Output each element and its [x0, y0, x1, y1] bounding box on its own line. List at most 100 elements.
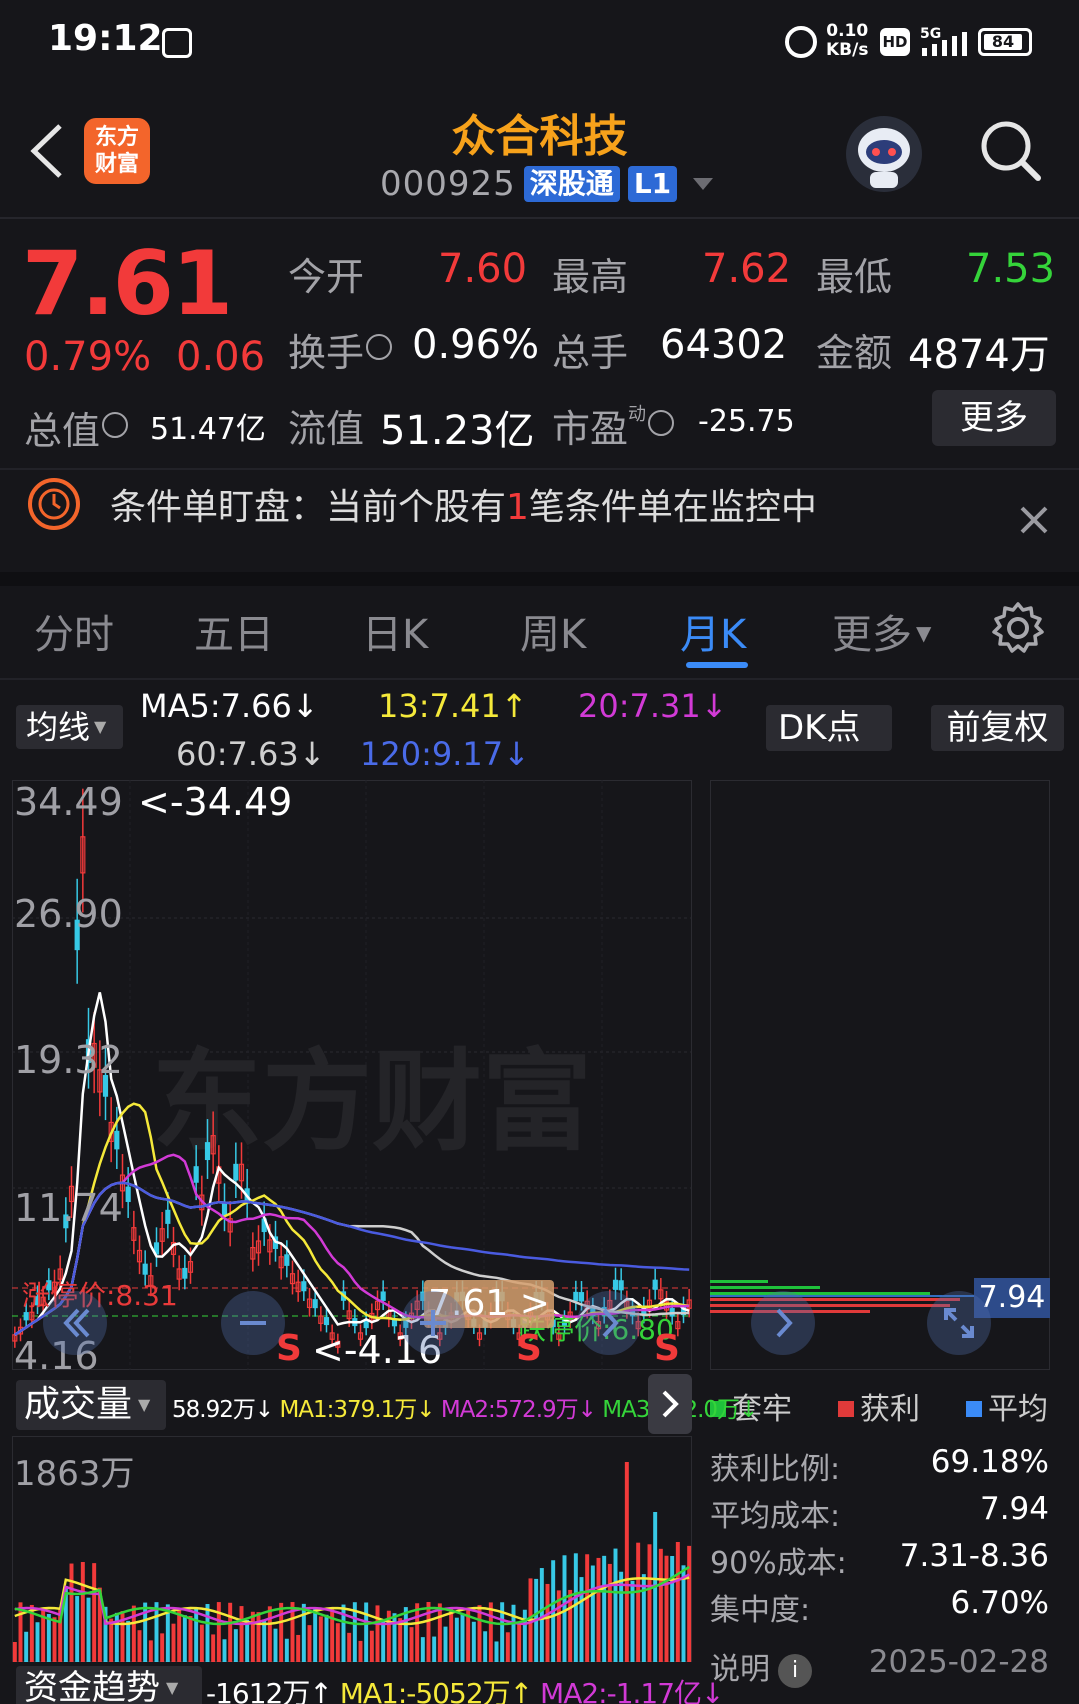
zoom-in-icon[interactable]: [400, 1290, 466, 1356]
active-tab-indicator: [686, 662, 748, 668]
low-value: 7.53: [966, 246, 1056, 292]
legend-swatch: [838, 1401, 854, 1417]
volume-bar: [182, 1615, 187, 1662]
info-icon[interactable]: [102, 412, 129, 438]
volume-indicator-selector[interactable]: 成交量 ▼: [16, 1380, 166, 1430]
status-time: 19:12: [48, 18, 163, 59]
volume-bar: [613, 1548, 618, 1662]
volume-bar: [307, 1625, 312, 1662]
chevron-right-icon[interactable]: [648, 1374, 692, 1434]
y-label-4: 11.74: [14, 1186, 123, 1230]
total-value-label[interactable]: 总值: [24, 400, 129, 455]
turnover-label-text: 换手: [288, 331, 365, 375]
turnover-label[interactable]: 换手: [288, 322, 393, 377]
volume-bar: [256, 1612, 261, 1662]
more-quote-button[interactable]: 更多: [932, 390, 1056, 446]
scroll-left-icon[interactable]: [42, 1290, 108, 1356]
tab-intraday[interactable]: 分时: [34, 602, 114, 660]
volume-bar: [148, 1640, 153, 1662]
open-value: 7.60: [438, 246, 528, 292]
alarm-icon: [785, 26, 817, 58]
volume-bar: [585, 1554, 590, 1662]
volume-bar: [358, 1640, 363, 1662]
volume-bar: [160, 1633, 165, 1662]
candle-body: [284, 1254, 290, 1266]
forward-adjust-button[interactable]: 前复权: [931, 705, 1064, 751]
ma13-value: 13:7.41↑: [378, 687, 528, 725]
percent-change: 0.79%: [24, 334, 152, 380]
volume-bar: [415, 1603, 420, 1662]
section-gap: [0, 572, 1079, 586]
volume-indicator-label: 成交量: [24, 1384, 133, 1425]
candle-body: [142, 1263, 148, 1275]
open-label: 今开: [288, 255, 365, 299]
volume-value: 64302: [660, 322, 788, 368]
robot-assistant-icon[interactable]: [842, 112, 926, 196]
stock-code-row[interactable]: 000925 深股通 L1: [380, 164, 714, 204]
chip-note[interactable]: 说明 i: [710, 1644, 812, 1688]
volume-bar: [607, 1563, 612, 1662]
tab-more[interactable]: 更多 ▼: [832, 602, 931, 660]
avg-cost-value: 7.94: [979, 1491, 1049, 1527]
volume-bar: [301, 1603, 306, 1662]
indicator-selector[interactable]: 均线 ▼: [16, 705, 123, 749]
divider: [0, 468, 1079, 470]
condition-alert-text[interactable]: 条件单盯盘：当前个股有1笔条件单在监控中: [110, 478, 817, 530]
volume-bar: [228, 1602, 233, 1662]
tab-weekly-k[interactable]: 周K: [520, 602, 586, 660]
battery-icon: 84: [978, 28, 1032, 56]
alert-text-after: 笔条件单在监控中: [528, 487, 817, 528]
divider: [0, 678, 1079, 680]
period-tabs: 分时 五日 日K 周K 月K 更多 ▼: [0, 588, 1079, 680]
volume-bar: [86, 1597, 91, 1662]
tab-more-label: 更多: [832, 612, 912, 658]
expand-icon[interactable]: [926, 1290, 992, 1356]
avg-cost-label: 平均成本:: [710, 1499, 841, 1534]
volume-bar: [437, 1603, 442, 1662]
dk-point-button[interactable]: DK点: [766, 705, 892, 751]
close-icon[interactable]: [1014, 500, 1054, 540]
volume-bar: [658, 1548, 663, 1662]
volume-bar: [647, 1544, 652, 1662]
sell-marker: S: [654, 1328, 680, 1369]
profit-ratio-label: 获利比例:: [710, 1452, 841, 1487]
volume-bar: [194, 1608, 199, 1662]
volume-bar: [92, 1563, 97, 1662]
alert-text-before: 条件单盯盘：当前个股有: [110, 487, 507, 528]
tab-daily-k[interactable]: 日K: [362, 602, 428, 660]
candle-body: [323, 1317, 330, 1326]
legend-label: 获利: [860, 1392, 920, 1427]
y-label-3: 19.32: [14, 1038, 123, 1082]
info-icon[interactable]: i: [778, 1654, 812, 1688]
volume-bar: [590, 1565, 595, 1662]
volume-bar: [488, 1602, 493, 1662]
fund-ma2: MA2:-1.17亿↓: [540, 1677, 724, 1704]
volume-bar: [126, 1620, 131, 1662]
hd-voice-icon: HD: [880, 28, 910, 56]
candle-body: [125, 1186, 131, 1202]
zoom-out-icon[interactable]: [220, 1290, 286, 1356]
search-icon[interactable]: [978, 118, 1044, 184]
tab-monthly-k[interactable]: 月K: [680, 602, 746, 660]
caret-down-icon: ▼: [94, 717, 107, 736]
volume-bar: [12, 1642, 17, 1662]
fund-ma1: MA1:-5052万↑: [339, 1677, 533, 1704]
volume-bar: [313, 1608, 318, 1662]
gear-icon[interactable]: [990, 600, 1046, 656]
volume-bar: [562, 1555, 567, 1662]
volume-bar: [279, 1602, 284, 1662]
volume-bar: [75, 1596, 80, 1662]
pe-label[interactable]: 市盈动: [552, 398, 675, 453]
profit-ratio-value: 69.18%: [930, 1444, 1049, 1480]
fund-trend-selector[interactable]: 资金趋势 ▼: [16, 1666, 202, 1704]
scroll-right-icon[interactable]: [576, 1290, 642, 1356]
volume-bar: [602, 1555, 607, 1662]
tab-five-day[interactable]: 五日: [194, 602, 274, 660]
info-icon[interactable]: [648, 410, 675, 436]
info-icon[interactable]: [366, 334, 393, 360]
network-speed: 0.10 KB/s: [826, 22, 868, 60]
chip-next-icon[interactable]: [750, 1290, 816, 1356]
chevron-down-icon[interactable]: [693, 178, 714, 190]
candle-body: [221, 1201, 228, 1217]
volume-bar: [471, 1621, 476, 1662]
